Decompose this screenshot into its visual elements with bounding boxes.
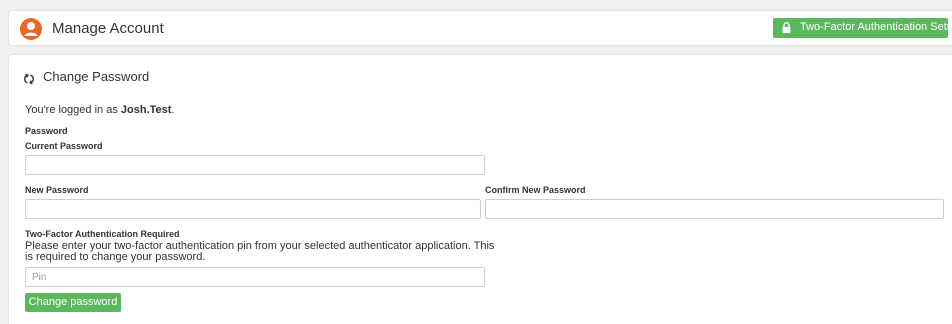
tfa-required-label: Two-Factor Authentication Required: [25, 229, 180, 239]
page-title: Manage Account: [52, 20, 164, 37]
confirm-password-input[interactable]: [485, 199, 944, 219]
confirm-password-label: Confirm New Password: [485, 185, 586, 195]
pin-input[interactable]: Pin: [25, 267, 485, 287]
logged-in-suffix: .: [171, 104, 175, 116]
refresh-icon: [23, 72, 35, 90]
two-factor-setup-label: Two-Factor Authentication Setup: [800, 21, 952, 33]
username: Josh.Test: [120, 104, 172, 116]
password-heading: Password: [25, 126, 68, 136]
new-password-label: New Password: [25, 185, 89, 195]
pin-placeholder: Pin: [32, 272, 47, 283]
current-password-label: Current Password: [25, 141, 103, 151]
logged-in-prefix: You're logged in as: [25, 104, 121, 116]
logged-in-text: You're logged in as Josh.Test.: [25, 104, 174, 116]
tfa-note: Please enter your two-factor authenticat…: [25, 240, 495, 263]
new-password-input[interactable]: [25, 199, 481, 219]
lock-icon: [782, 22, 791, 36]
change-password-panel: Change Password You're logged in as Josh…: [8, 54, 952, 324]
current-password-input[interactable]: [25, 155, 485, 175]
two-factor-setup-button[interactable]: Two-Factor Authentication Setup: [773, 18, 952, 38]
change-password-button[interactable]: Change password: [25, 293, 121, 312]
user-avatar-icon: [20, 18, 42, 40]
section-title: Change Password: [43, 69, 150, 84]
